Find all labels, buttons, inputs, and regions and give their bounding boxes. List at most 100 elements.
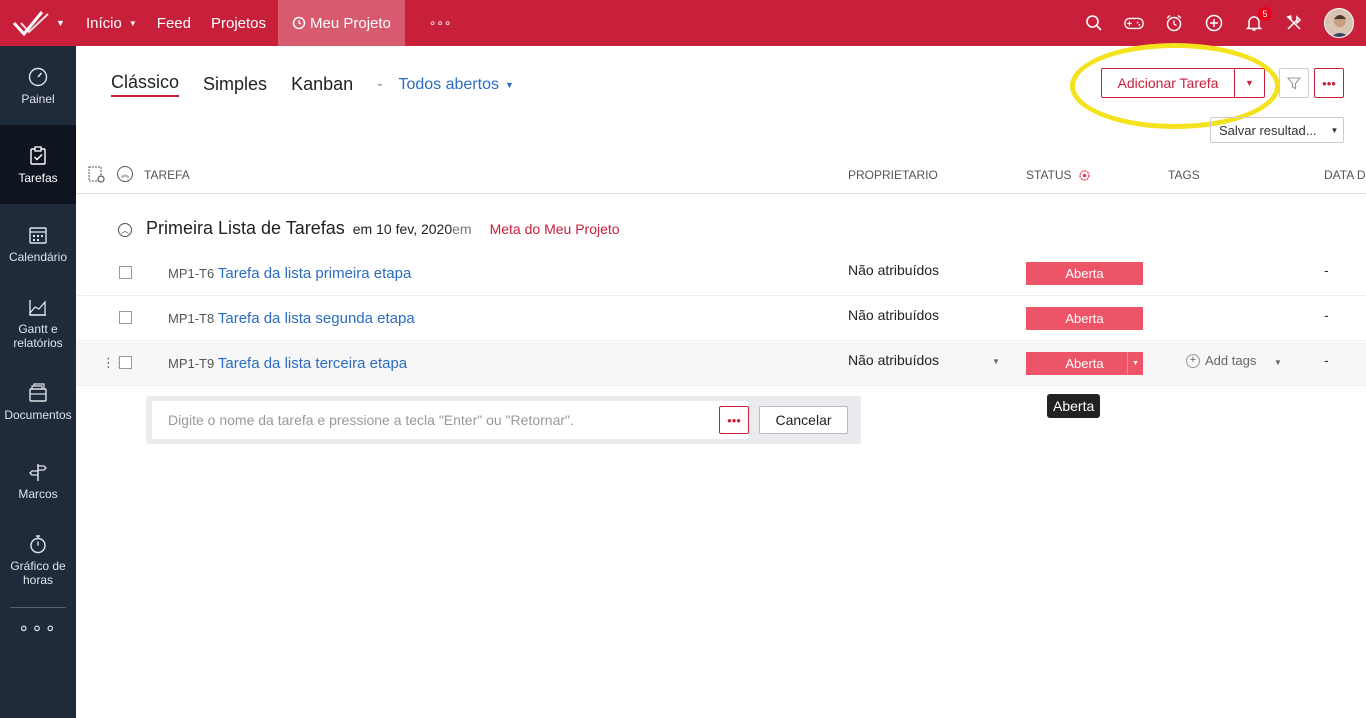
task-due-date[interactable]: -	[1324, 262, 1329, 278]
nav-more-button[interactable]: ∘∘∘	[419, 0, 462, 46]
table-row[interactable]: ⋮⋮ MP1-T9 Tarefa da lista terceira etapa…	[76, 342, 1366, 386]
task-list-milestone-link[interactable]: Meta do Meu Projeto	[490, 221, 620, 237]
nav-feed-label: Feed	[156, 14, 191, 32]
nav-feed[interactable]: Feed	[147, 0, 201, 46]
sidebar-item-label: Gráfico de horas	[10, 558, 66, 587]
task-due-date[interactable]: -	[1324, 307, 1329, 323]
more-icon: ∘∘∘	[428, 16, 452, 30]
filter-label: Todos abertos	[398, 75, 499, 93]
sidebar-item-label: Gantt e relatórios	[13, 321, 63, 350]
sidebar-item-label: Painel	[21, 91, 55, 106]
task-id-cell: MP1-T8 Tarefa da lista segunda etapa	[168, 310, 415, 327]
table-row[interactable]: MP1-T6 Tarefa da lista primeira etapa Nã…	[76, 252, 1366, 296]
add-circle-icon[interactable]	[1204, 13, 1224, 33]
status-label: Aberta	[1065, 311, 1104, 326]
sidebar-item-gantt[interactable]: Gantt e relatórios	[0, 283, 76, 362]
add-task-dropdown[interactable]: ▼	[1234, 69, 1264, 97]
tab-kanban[interactable]: Kanban	[291, 74, 353, 95]
task-filter-dropdown[interactable]: - Todos abertos ▼	[377, 76, 514, 94]
sidebar-more-button[interactable]: ∘∘∘	[0, 618, 76, 639]
sidebar-item-painel[interactable]: Painel	[0, 46, 76, 125]
cancel-button[interactable]: Cancelar	[759, 406, 848, 434]
app-logo-menu[interactable]: ▼	[0, 0, 76, 46]
nav-active-project[interactable]: Meu Projeto	[278, 0, 405, 46]
task-checkbox[interactable]	[119, 266, 132, 279]
chevron-down-icon[interactable]: ▼	[1274, 358, 1282, 367]
sidebar-item-label: Calendário	[8, 249, 68, 264]
column-header-status[interactable]: STATUS	[1026, 168, 1091, 182]
chevron-down-icon: ▼	[128, 18, 137, 28]
status-tooltip: Aberta	[1047, 394, 1101, 418]
status-badge[interactable]: Aberta ▼	[1026, 352, 1143, 375]
alarm-clock-icon[interactable]	[1164, 13, 1184, 33]
checkmarks-logo-icon	[12, 11, 49, 37]
sidebar-item-grafico-horas[interactable]: Gráfico de horas	[0, 520, 76, 599]
user-avatar[interactable]	[1324, 8, 1354, 38]
status-badge[interactable]: Aberta	[1026, 262, 1143, 285]
column-header-task[interactable]: TAREFA	[144, 168, 190, 182]
task-checkbox[interactable]	[119, 311, 132, 324]
task-id: MP1-T9	[168, 356, 215, 371]
task-list-group: Primeira Lista de Tarefas em 10 fev, 202…	[146, 218, 620, 239]
add-task-button[interactable]: Adicionar Tarefa ▼	[1101, 68, 1265, 98]
collapse-all-icon[interactable]: ︽	[117, 166, 133, 182]
notification-bell-icon[interactable]: 5	[1244, 7, 1272, 33]
chart-icon	[29, 299, 46, 316]
chevron-down-icon[interactable]: ▼	[1127, 352, 1143, 375]
add-tags-button[interactable]: + Add tags	[1186, 353, 1256, 368]
column-header-due[interactable]: DATA D	[1324, 168, 1366, 182]
new-task-more-button[interactable]: •••	[719, 406, 749, 434]
sidebar-item-label: Tarefas	[18, 170, 58, 185]
add-tags-label: Add tags	[1205, 353, 1257, 368]
collapse-group-icon[interactable]: ︿	[118, 223, 132, 237]
table-row[interactable]: MP1-T8 Tarefa da lista segunda etapa Não…	[76, 297, 1366, 341]
status-label: Aberta	[1065, 356, 1104, 371]
new-task-input[interactable]	[152, 401, 748, 439]
clipboard-check-icon	[30, 145, 46, 165]
nav-inicio-label: Início	[86, 14, 122, 32]
tab-simples[interactable]: Simples	[203, 74, 267, 95]
sidebar-item-tarefas[interactable]: Tarefas	[0, 125, 76, 204]
task-owner[interactable]: Não atribuídos	[848, 307, 939, 323]
nav-inicio[interactable]: Início ▼	[76, 0, 147, 46]
sidebar-item-marcos[interactable]: Marcos	[0, 441, 76, 520]
table-header: ︽ TAREFA PROPRIETARIO STATUS TAGS DATA D	[76, 156, 1366, 194]
sidebar-item-documentos[interactable]: Documentos	[0, 362, 76, 441]
task-owner[interactable]: Não atribuídos	[848, 262, 939, 278]
task-checkbox[interactable]	[119, 356, 132, 369]
nav-projetos[interactable]: Projetos	[201, 0, 276, 46]
sidebar-divider	[10, 607, 66, 608]
left-sidebar: Painel Tarefas Calendário Gantt e relató…	[0, 46, 76, 718]
column-header-owner[interactable]: PROPRIETARIO	[848, 168, 938, 182]
status-badge[interactable]: Aberta	[1026, 307, 1143, 330]
dashboard-gauge-icon	[28, 67, 48, 86]
chevron-down-icon: ▼	[56, 18, 65, 28]
task-name-link[interactable]: Tarefa da lista segunda etapa	[218, 310, 415, 327]
sidebar-item-calendario[interactable]: Calendário	[0, 204, 76, 283]
task-id-cell: MP1-T6 Tarefa da lista primeira etapa	[168, 265, 411, 282]
task-name-link[interactable]: Tarefa da lista terceira etapa	[218, 355, 407, 372]
sidebar-item-label: Marcos	[18, 486, 58, 501]
chevron-down-icon[interactable]: ▼	[992, 357, 1000, 366]
main-content: Clássico Simples Kanban - Todos abertos …	[76, 43, 1366, 718]
task-list-title[interactable]: Primeira Lista de Tarefas	[146, 218, 345, 239]
funnel-icon	[1287, 77, 1301, 90]
chevron-down-icon: ▼	[1330, 125, 1339, 135]
tools-icon[interactable]	[1284, 13, 1304, 33]
gamepad-icon[interactable]	[1124, 13, 1144, 33]
task-owner[interactable]: Não atribuídos	[848, 352, 939, 368]
search-icon[interactable]	[1084, 13, 1104, 33]
column-header-tags[interactable]: TAGS	[1168, 168, 1200, 182]
more-options-button[interactable]: •••	[1314, 68, 1344, 98]
save-results-dropdown[interactable]: Salvar resultad... ▼	[1210, 117, 1344, 143]
task-list-em: em	[452, 221, 472, 237]
new-task-form: ••• Cancelar	[146, 396, 861, 444]
sidebar-item-label: Documentos	[4, 407, 72, 422]
top-navigation-bar: ▼ Início ▼ Feed Projetos Meu Projeto ∘∘∘…	[0, 0, 1366, 46]
tab-classico[interactable]: Clássico	[111, 72, 180, 97]
column-settings-icon[interactable]	[88, 166, 106, 184]
task-due-date[interactable]: -	[1324, 352, 1329, 368]
save-results-label: Salvar resultad...	[1219, 122, 1317, 138]
filter-button[interactable]	[1279, 68, 1309, 98]
task-name-link[interactable]: Tarefa da lista primeira etapa	[218, 265, 411, 282]
